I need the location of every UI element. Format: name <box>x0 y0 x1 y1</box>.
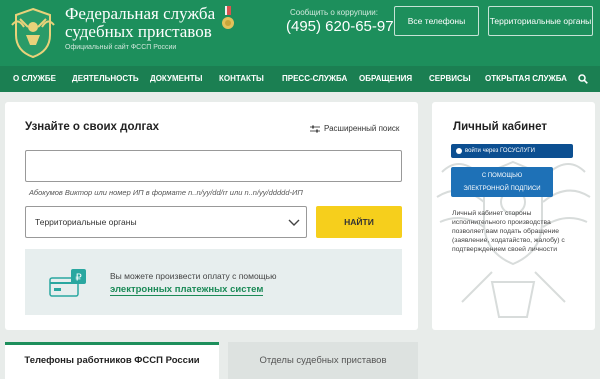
region-select[interactable]: Территориальные органы <box>25 206 307 238</box>
site-title-line2: судебных приставов <box>65 22 212 41</box>
advanced-search-label: Расширенный поиск <box>324 124 400 133</box>
nav-item-documents[interactable]: ДОКУМЕНТЫ <box>150 66 202 92</box>
regional-offices-button[interactable]: Территориальные органы <box>488 6 593 36</box>
site-header: Федеральная служба судебных приставов Оф… <box>0 0 600 66</box>
personal-cabinet-card: Личный кабинет войти через ГОСУСЛУГИ С П… <box>432 102 595 330</box>
nav-item-appeals[interactable]: ОБРАЩЕНИЯ <box>359 66 412 92</box>
cabinet-title: Личный кабинет <box>453 121 547 133</box>
chevron-down-icon <box>288 219 300 226</box>
site-title[interactable]: Федеральная служба судебных приставов <box>65 5 215 41</box>
payment-card-icon: ₽ <box>49 269 86 297</box>
payment-systems-link[interactable]: электронных платежных систем <box>110 284 264 296</box>
site-subtitle: Официальный сайт ФССП России <box>65 44 177 51</box>
payment-info-box: ₽ Вы можете произвести оплату с помощью … <box>25 249 402 315</box>
medal-icon <box>222 6 234 29</box>
tab-bailiff-departments[interactable]: Отделы судебных приставов <box>228 342 418 379</box>
nav-item-open-service[interactable]: ОТКРЫТАЯ СЛУЖБА <box>485 66 567 92</box>
nav-item-press[interactable]: ПРЕСС-СЛУЖБА <box>282 66 347 92</box>
debt-search-title: Узнайте о своих долгах <box>25 121 160 133</box>
corruption-label: Сообщить о коррупции: <box>290 8 378 17</box>
debt-search-card: Узнайте о своих долгах Расширенный поиск… <box>5 102 418 330</box>
gosuslugi-label: войти через ГОСУСЛУГИ <box>465 148 535 154</box>
nav-item-services[interactable]: СЕРВИСЫ <box>429 66 471 92</box>
find-button[interactable]: НАЙТИ <box>316 206 402 238</box>
nav-item-activity[interactable]: ДЕЯТЕЛЬНОСТЬ <box>72 66 139 92</box>
search-hint: Абокумов Виктор или номер ИП в формате n… <box>29 188 303 197</box>
cabinet-description: Личный кабинет стороны исполнительного п… <box>452 210 565 253</box>
nav-item-contacts[interactable]: КОНТАКТЫ <box>219 66 264 92</box>
tab-fssp-phones[interactable]: Телефоны работников ФССП России <box>5 342 219 379</box>
gosuslugi-login-button[interactable]: войти через ГОСУСЛУГИ <box>451 144 573 158</box>
region-select-value: Территориальные органы <box>35 217 137 227</box>
all-phones-button[interactable]: Все телефоны <box>394 6 479 36</box>
nav-item-about[interactable]: О СЛУЖБЕ <box>13 66 56 92</box>
main-nav: О СЛУЖБЕ ДЕЯТЕЛЬНОСТЬ ДОКУМЕНТЫ КОНТАКТЫ… <box>0 66 600 92</box>
fssp-emblem-icon[interactable] <box>10 5 56 59</box>
gosuslugi-icon <box>456 148 462 154</box>
advanced-search-link[interactable]: Расширенный поиск <box>310 124 399 133</box>
e-signature-login-button[interactable]: С ПОМОЩЬЮ ЭЛЕКТРОННОЙ ПОДПИСИ <box>451 167 553 197</box>
corruption-phone[interactable]: (495) 620-65-97 <box>286 18 394 35</box>
esign-label-line2: ЭЛЕКТРОННОЙ ПОДПИСИ <box>463 186 541 192</box>
esign-label-line1: С ПОМОЩЬЮ <box>481 173 523 179</box>
debt-search-input[interactable] <box>25 150 402 182</box>
filter-sliders-icon <box>310 125 320 132</box>
svg-text:₽: ₽ <box>75 273 82 284</box>
site-title-line1: Федеральная служба <box>65 4 216 23</box>
payment-text: Вы можете произвести оплату с помощью <box>110 271 277 281</box>
search-icon[interactable] <box>578 74 588 84</box>
